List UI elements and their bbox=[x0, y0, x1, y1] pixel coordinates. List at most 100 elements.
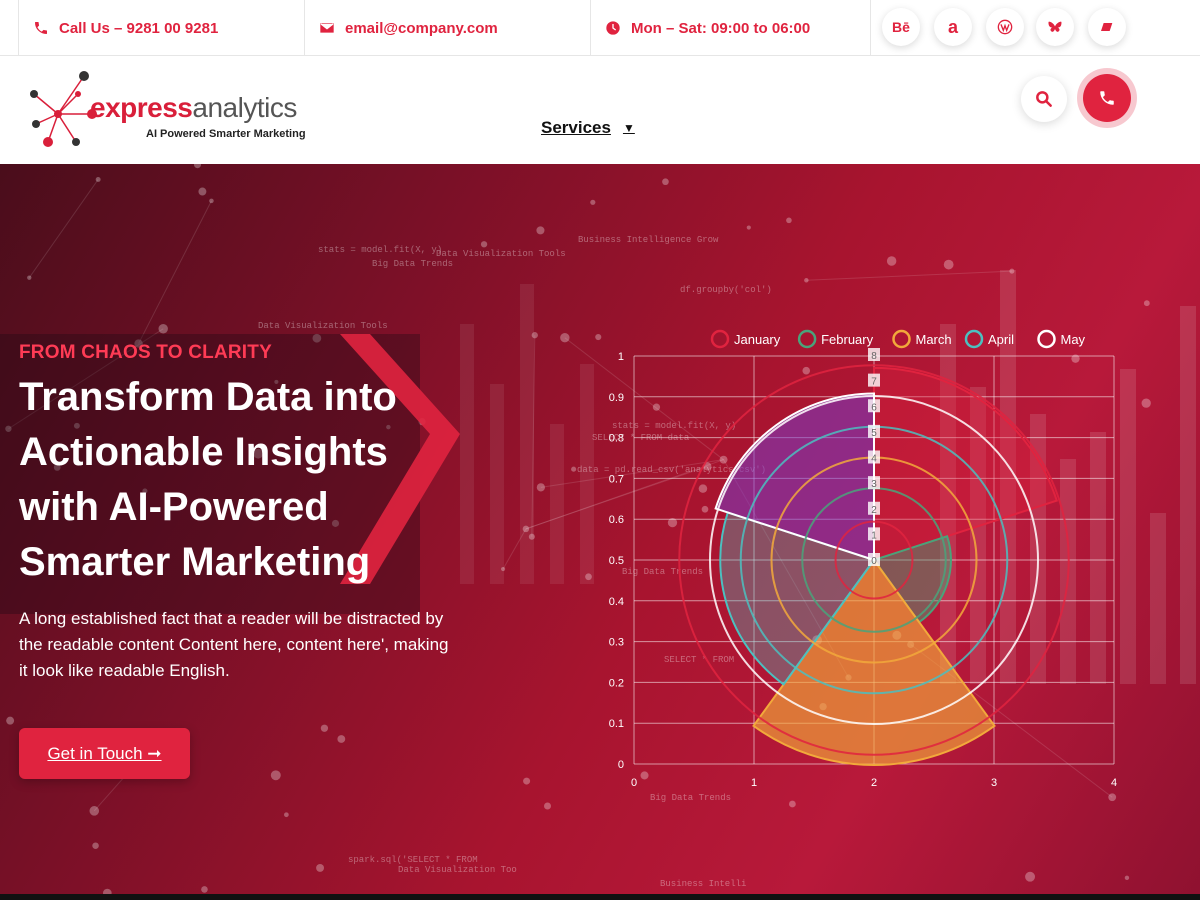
legend-label: March bbox=[916, 332, 952, 347]
legend-item: May bbox=[1037, 329, 1086, 349]
bg-node bbox=[284, 812, 289, 818]
bg-node bbox=[590, 199, 596, 205]
y-tick-label: 0.6 bbox=[609, 514, 624, 526]
amazon-icon[interactable]: a bbox=[934, 8, 972, 46]
y-tick-label: 0.7 bbox=[609, 473, 624, 485]
clock-icon bbox=[606, 21, 620, 35]
bg-node bbox=[531, 332, 538, 339]
bg-node bbox=[1143, 300, 1150, 307]
legend-label: January bbox=[734, 332, 781, 347]
bg-node bbox=[158, 324, 168, 334]
bg-node bbox=[522, 525, 530, 533]
bg-node bbox=[523, 777, 531, 785]
bg-node bbox=[943, 259, 954, 270]
bg-node bbox=[528, 533, 535, 540]
y-tick-label: 1 bbox=[618, 351, 624, 363]
legend-label: May bbox=[1061, 332, 1086, 347]
bg-node bbox=[198, 187, 207, 196]
bg-node bbox=[480, 241, 488, 248]
y-tick-label: 0.1 bbox=[609, 718, 624, 730]
radial-tick-label: 4 bbox=[871, 454, 877, 465]
top-contact-bar: Call Us – 9281 00 9281 email@company.com… bbox=[0, 0, 1200, 56]
behance-label: Bē bbox=[892, 19, 910, 35]
phone-contact[interactable]: Call Us – 9281 00 9281 bbox=[18, 0, 304, 56]
bg-node bbox=[662, 178, 669, 186]
bg-node bbox=[6, 716, 15, 725]
logo-wordmark: expressanalytics bbox=[90, 92, 297, 124]
legend-swatch bbox=[964, 329, 984, 349]
bg-node bbox=[320, 724, 329, 732]
bg-code-text: Data Visualization Tools bbox=[258, 321, 388, 331]
business-hours: Mon – Sat: 09:00 to 06:00 bbox=[590, 0, 870, 56]
search-button[interactable] bbox=[1021, 76, 1067, 122]
bg-node bbox=[270, 770, 281, 781]
radial-tick-label: 5 bbox=[871, 428, 877, 439]
legend-label: April bbox=[988, 332, 1014, 347]
molecule-logo-icon bbox=[30, 71, 97, 147]
bg-node bbox=[337, 735, 346, 743]
bg-code-text: Data Visualization Tools bbox=[436, 249, 566, 259]
butterfly-glyph bbox=[1048, 21, 1062, 32]
y-tick-label: 0.3 bbox=[609, 637, 624, 649]
bg-node bbox=[27, 275, 32, 280]
bg-node bbox=[786, 217, 792, 224]
bg-bar bbox=[490, 384, 504, 584]
email-text: email@company.com bbox=[345, 19, 498, 37]
hero-eyebrow: FROM CHAOS TO CLARITY bbox=[19, 342, 272, 363]
call-button[interactable] bbox=[1077, 68, 1137, 128]
phone-icon bbox=[1100, 91, 1114, 105]
bg-node bbox=[500, 566, 506, 572]
bg-node bbox=[886, 256, 897, 266]
radial-tick-label: 1 bbox=[871, 530, 877, 541]
y-tick-label: 0.8 bbox=[609, 433, 624, 445]
x-tick-label: 3 bbox=[991, 777, 997, 789]
bg-node bbox=[193, 164, 202, 169]
bg-code-text: Business Intelligence Grow bbox=[578, 235, 719, 245]
bg-node bbox=[1025, 871, 1036, 882]
nav-services[interactable]: Services ▼ bbox=[541, 118, 635, 138]
get-in-touch-button[interactable]: Get in Touch ➞ bbox=[19, 728, 190, 779]
bg-code-text: Data Visualization Too bbox=[398, 865, 517, 875]
radial-tick-label: 2 bbox=[871, 505, 877, 516]
legend-item: April bbox=[964, 329, 1014, 349]
bg-node bbox=[804, 278, 809, 283]
radial-tick-label: 0 bbox=[871, 556, 877, 567]
x-tick-label: 0 bbox=[631, 777, 637, 789]
bg-code-text: Big Data Trends bbox=[372, 259, 453, 269]
bg-code-text: stats = model.fit(X, y) bbox=[318, 245, 442, 255]
radial-tick-label: 7 bbox=[871, 377, 877, 388]
eraser-icon[interactable] bbox=[1088, 8, 1126, 46]
y-tick-label: 0.9 bbox=[609, 392, 624, 404]
legend-item: January bbox=[710, 329, 781, 349]
phone-icon bbox=[35, 22, 47, 34]
radial-tick-label: 8 bbox=[871, 351, 877, 362]
behance-icon[interactable]: Bē bbox=[882, 8, 920, 46]
site-header: expressanalytics AI Powered Smarter Mark… bbox=[0, 56, 1200, 164]
x-tick-label: 4 bbox=[1111, 777, 1117, 789]
x-tick-label: 1 bbox=[751, 777, 757, 789]
logo-word-analytics: analytics bbox=[192, 92, 297, 123]
hours-text: Mon – Sat: 09:00 to 06:00 bbox=[631, 19, 811, 37]
bluesky-icon[interactable] bbox=[1036, 8, 1074, 46]
radial-tick-label: 6 bbox=[871, 402, 877, 413]
bg-node bbox=[544, 802, 552, 810]
legend-item: March bbox=[892, 329, 952, 349]
bg-node bbox=[560, 333, 570, 343]
phone-text: Call Us – 9281 00 9281 bbox=[59, 19, 219, 37]
logo-word-express: express bbox=[90, 92, 193, 123]
bg-node bbox=[571, 466, 577, 472]
legend-item: February bbox=[797, 329, 874, 349]
bg-code-text: spark.sql('SELECT * FROM bbox=[348, 855, 478, 865]
bottom-strip bbox=[0, 894, 1200, 900]
legend-swatch bbox=[1037, 329, 1056, 349]
email-contact[interactable]: email@company.com bbox=[304, 0, 590, 56]
bg-link bbox=[28, 179, 99, 278]
wordpress-icon[interactable] bbox=[986, 8, 1024, 46]
brand-logo[interactable]: expressanalytics AI Powered Smarter Mark… bbox=[28, 64, 308, 156]
bg-node bbox=[316, 863, 325, 872]
bg-node bbox=[89, 806, 100, 816]
search-icon bbox=[1036, 91, 1052, 107]
call-button-inner bbox=[1083, 74, 1131, 122]
eraser-glyph bbox=[1101, 23, 1113, 31]
amazon-label: a bbox=[947, 16, 958, 37]
